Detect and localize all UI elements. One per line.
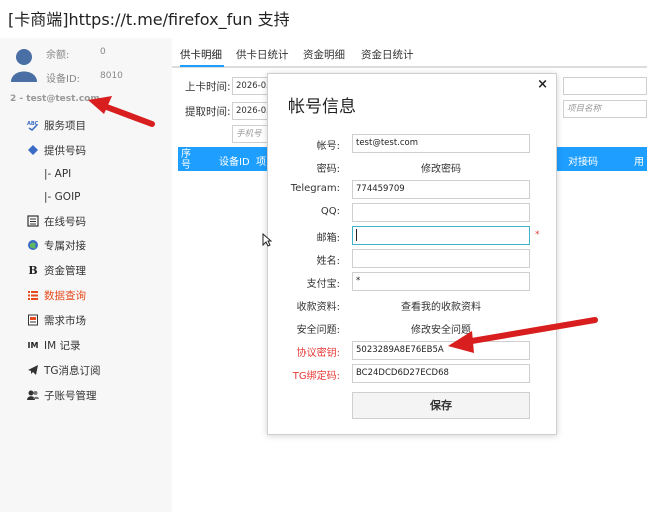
fetch-time-input[interactable]: 2026-05- xyxy=(232,102,272,120)
modal-title: 帐号信息 xyxy=(288,97,356,117)
filter-input-top-right[interactable] xyxy=(563,77,647,95)
sidebar-item-data-query[interactable]: 数据查询 xyxy=(27,286,86,304)
password-label: 密码: xyxy=(316,164,340,175)
column-header-user: 用 xyxy=(634,157,644,168)
column-header-index: 序号 xyxy=(181,149,191,171)
email-field[interactable] xyxy=(352,226,530,245)
sidebar-item-demand-market[interactable]: 需求市场 xyxy=(27,311,86,329)
payment-info-label: 收款资料: xyxy=(296,302,340,313)
name-field[interactable] xyxy=(352,249,530,268)
account-field[interactable]: test@test.com xyxy=(352,134,530,153)
tab-fund-details[interactable]: 资金明细 xyxy=(303,47,345,62)
sidebar-item-im-records[interactable]: IM IM 记录 xyxy=(27,336,81,354)
sidebar-item-label: 服务项目 xyxy=(44,119,86,132)
view-payment-info-link[interactable]: 查看我的收款资料 xyxy=(352,298,530,313)
qq-label: QQ: xyxy=(320,206,340,217)
column-header-project: 项 xyxy=(256,157,266,168)
email-required-mark: * xyxy=(535,230,540,240)
sidebar-item-label: 提供号码 xyxy=(44,144,86,157)
name-label: 姓名: xyxy=(316,256,340,267)
account-label: 帐号: xyxy=(316,141,340,152)
abc-icon: ABC xyxy=(27,119,39,131)
avatar-icon xyxy=(11,49,37,82)
active-tab-indicator xyxy=(180,65,224,67)
text-caret xyxy=(356,228,357,241)
security-question-label: 安全问题: xyxy=(296,325,340,336)
column-header-device-id: 设备ID xyxy=(219,157,250,168)
project-name-input[interactable]: 项目名称 xyxy=(563,100,647,118)
close-icon[interactable]: × xyxy=(537,77,548,92)
sidebar-subitem-api[interactable]: |- API xyxy=(44,168,71,180)
sidebar-item-tg-subscription[interactable]: TG消息订阅 xyxy=(27,361,101,379)
sidebar-item-label: 在线号码 xyxy=(44,215,86,228)
user-line: 2 - test@test.com xyxy=(10,94,100,104)
sidebar-item-funds[interactable]: B 资金管理 xyxy=(27,261,86,279)
sidebar-subitem-goip[interactable]: |- GOIP xyxy=(44,191,81,203)
email-label: 邮箱: xyxy=(316,233,340,244)
column-header-docking-code: 对接码 xyxy=(568,157,598,168)
fetch-time-label: 提取时间: xyxy=(185,106,231,118)
sidebar-item-label: 资金管理 xyxy=(44,264,86,277)
sidebar-item-online-numbers[interactable]: 在线号码 xyxy=(27,212,86,230)
doc-icon xyxy=(27,314,39,326)
sidebar-item-dedicated-docking[interactable]: 专属对接 xyxy=(27,236,86,254)
tab-card-details[interactable]: 供卡明细 xyxy=(180,47,222,62)
sidebar-item-label: 需求市场 xyxy=(44,314,86,327)
qq-field[interactable] xyxy=(352,203,530,222)
balance-label: 余额: xyxy=(46,50,70,61)
b-icon: B xyxy=(28,263,38,277)
globe-icon xyxy=(27,239,39,251)
sidebar-item-label: 子账号管理 xyxy=(44,389,97,402)
card-time-input[interactable]: 2026-05- xyxy=(232,77,272,95)
sidebar-item-label: TG消息订阅 xyxy=(44,364,101,377)
telegram-field[interactable]: 774459709 xyxy=(352,180,530,199)
sidebar-item-label: 数据查询 xyxy=(44,289,86,302)
device-id-value: 8010 xyxy=(100,71,123,81)
alipay-field[interactable]: * xyxy=(352,272,530,291)
telegram-label: Telegram: xyxy=(290,183,340,194)
account-info-modal: 帐号信息 × 帐号: test@test.com 密码: 修改密码 Telegr… xyxy=(267,73,557,435)
users-icon xyxy=(27,389,39,401)
agreement-key-field[interactable]: 5023289A8E76EB5A xyxy=(352,341,530,360)
im-icon: IM xyxy=(27,340,39,350)
mouse-cursor-icon xyxy=(262,233,272,247)
tab-fund-daily-stats[interactable]: 资金日统计 xyxy=(361,47,414,62)
card-time-label: 上卡时间: xyxy=(185,81,231,93)
change-security-question-link[interactable]: 修改安全问题 xyxy=(352,321,530,336)
agreement-key-label: 协议密钥: xyxy=(296,348,340,359)
phone-input[interactable]: 手机号 xyxy=(232,125,272,143)
app-title: [卡商端]https://t.me/firefox_fun 支持 xyxy=(8,10,290,29)
tab-card-daily-stats[interactable]: 供卡日统计 xyxy=(236,47,289,62)
sidebar-item-label: IM 记录 xyxy=(44,339,81,352)
tg-bind-code-field[interactable]: BC24DCD6D27ECD68 xyxy=(352,364,530,383)
alipay-label: 支付宝: xyxy=(306,279,340,290)
sidebar-item-sub-accounts[interactable]: 子账号管理 xyxy=(27,386,97,404)
diamond-icon xyxy=(27,144,39,156)
sidebar-item-service-projects[interactable]: ABC 服务项目 xyxy=(27,116,86,134)
bars-icon xyxy=(27,289,39,301)
balance-value: 0 xyxy=(100,47,106,57)
save-button[interactable]: 保存 xyxy=(352,392,530,419)
device-id-label: 设备ID: xyxy=(46,74,81,85)
change-password-link[interactable]: 修改密码 xyxy=(352,160,530,175)
tg-bind-code-label: TG绑定码: xyxy=(292,371,340,382)
sidebar: 余额: 0 设备ID: 8010 2 - test@test.com ABC 服… xyxy=(0,38,172,512)
telegram-icon xyxy=(27,364,39,376)
list-icon xyxy=(27,215,39,227)
sidebar-item-provide-numbers[interactable]: 提供号码 xyxy=(27,141,86,159)
tab-bar: 供卡明细 供卡日统计 资金明细 资金日统计 xyxy=(172,38,647,68)
sidebar-item-label: 专属对接 xyxy=(44,239,86,252)
